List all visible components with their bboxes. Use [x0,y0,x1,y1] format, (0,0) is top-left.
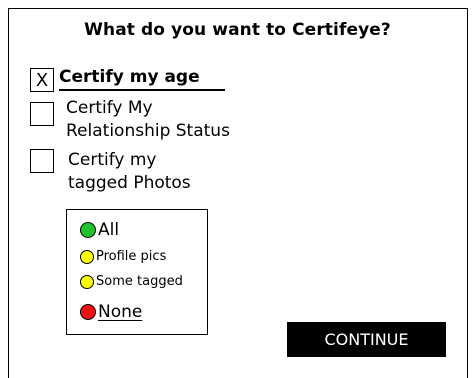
option-label-line: Relationship Status [66,121,230,141]
visibility-label-all: All [98,220,120,240]
checkbox-certify-relationship[interactable] [30,102,54,126]
option-label-line: Certify My [66,98,153,118]
photo-visibility-panel: All Profile pics Some tagged None [66,209,208,335]
visibility-option-some-tagged[interactable]: Some tagged [80,274,183,289]
option-label-certify-relationship[interactable]: Certify My Relationship Status [66,97,230,143]
visibility-label-profile-pics: Profile pics [96,249,167,264]
option-label-certify-age[interactable]: Certify my age [59,66,225,91]
green-dot-icon [80,222,96,238]
visibility-option-all[interactable]: All [80,220,119,240]
checkbox-certify-tagged-photos[interactable] [30,149,54,173]
visibility-label-none: None [98,302,143,322]
visibility-label-some-tagged: Some tagged [96,274,183,289]
continue-button[interactable]: CONTINUE [287,322,446,357]
red-dot-icon [80,304,96,320]
visibility-option-none[interactable]: None [80,302,142,322]
visibility-option-profile-pics[interactable]: Profile pics [80,249,166,264]
option-label-line: Certify my [68,150,157,170]
yellow-dot-icon [80,274,94,289]
checkbox-certify-age[interactable]: X [30,68,54,92]
yellow-dot-icon [80,249,94,264]
dialog-title: What do you want to Certifeye? [84,20,391,40]
option-label-certify-tagged-photos[interactable]: Certify my tagged Photos [68,149,191,195]
option-label-line: tagged Photos [68,173,191,193]
